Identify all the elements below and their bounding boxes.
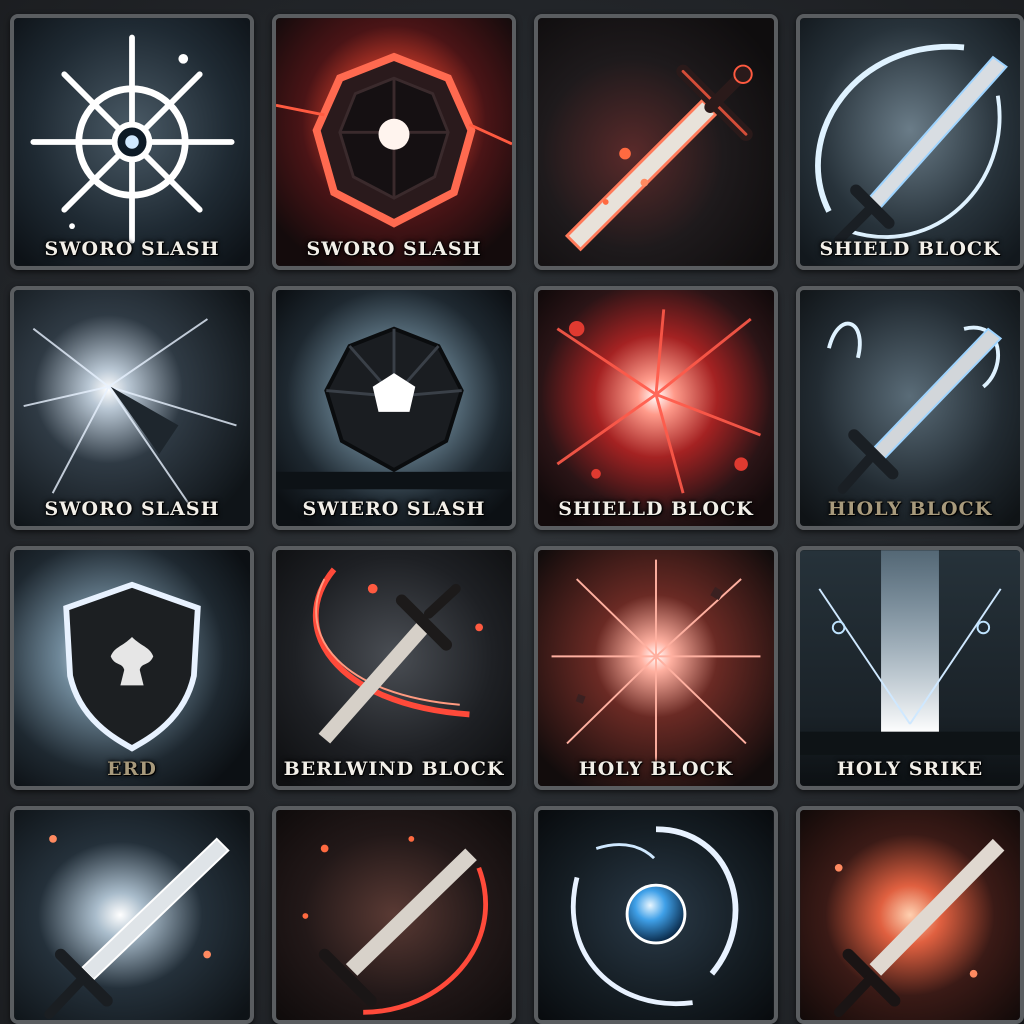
heraldic-shield-icon (14, 550, 250, 786)
skill-tile-vortex-orb[interactable] (534, 806, 778, 1024)
shield-burst-icon (276, 18, 512, 266)
skill-tile-swiero-slash[interactable]: SWIERO SLASH (272, 286, 516, 530)
sword-swirl-icon (800, 18, 1020, 266)
skill-tile-holy-block-2[interactable]: HOLY BLOCK (534, 546, 778, 790)
skill-label: HOLY SRIKE (836, 758, 984, 780)
flaming-sword-icon (538, 18, 774, 266)
skill-tile-erd[interactable]: ERD (10, 546, 254, 790)
skill-tile-fire-sword[interactable] (796, 806, 1024, 1024)
vortex-orb-icon (538, 810, 774, 1020)
skill-label: BERLWIND BLOCK (283, 758, 505, 780)
slash-burst-icon (14, 290, 250, 526)
glowing-sword-icon (14, 810, 250, 1020)
skill-tile-sword-slash-3[interactable]: SWORO SLASH (10, 286, 254, 530)
skill-tile-shield-block-2[interactable]: SHIELLD BLOCK (534, 286, 778, 530)
gem-shield-icon (276, 290, 512, 526)
skill-tile-sword-slash-1[interactable]: SWORO SLASH (10, 14, 254, 270)
radiant-star-icon (14, 18, 250, 266)
light-pillar-icon (800, 550, 1020, 786)
skill-label: SWORO SLASH (44, 498, 220, 520)
skill-icon-grid: SWORO SLASH SWORO SLASH SHIELD BLOCK SWO… (0, 0, 1024, 1024)
sword-splash-icon (800, 290, 1020, 526)
skill-tile-ember-sword[interactable] (272, 806, 516, 1024)
ember-sword-icon (276, 810, 512, 1020)
red-explosion-icon (538, 290, 774, 526)
skill-tile-sword-slash-2[interactable]: SWORO SLASH (272, 14, 516, 270)
fire-sword-icon (800, 810, 1020, 1020)
skill-tile-shield-block-1[interactable]: SHIELD BLOCK (796, 14, 1024, 270)
skill-label: SWORO SLASH (306, 238, 482, 260)
skill-tile-holy-block-1[interactable]: HIOLY BLOCK (796, 286, 1024, 530)
starburst-icon (538, 550, 774, 786)
skill-tile-glowing-sword[interactable] (10, 806, 254, 1024)
skill-tile-holy-strike[interactable]: HOLY SRIKE (796, 546, 1024, 790)
skill-label: HOLY BLOCK (578, 758, 734, 780)
skill-label: SWIERO SLASH (302, 498, 486, 520)
skill-tile-berlwind-block[interactable]: BERLWIND BLOCK (272, 546, 516, 790)
skill-label: SWORO SLASH (44, 238, 220, 260)
skill-tile-flaming-sword[interactable] (534, 14, 778, 270)
sword-red-arc-icon (276, 550, 512, 786)
skill-label: SHIELLD BLOCK (558, 498, 754, 520)
skill-label: SHIELD BLOCK (819, 238, 1001, 260)
skill-label: ERD (107, 758, 157, 780)
skill-label: HIOLY BLOCK (827, 498, 993, 520)
